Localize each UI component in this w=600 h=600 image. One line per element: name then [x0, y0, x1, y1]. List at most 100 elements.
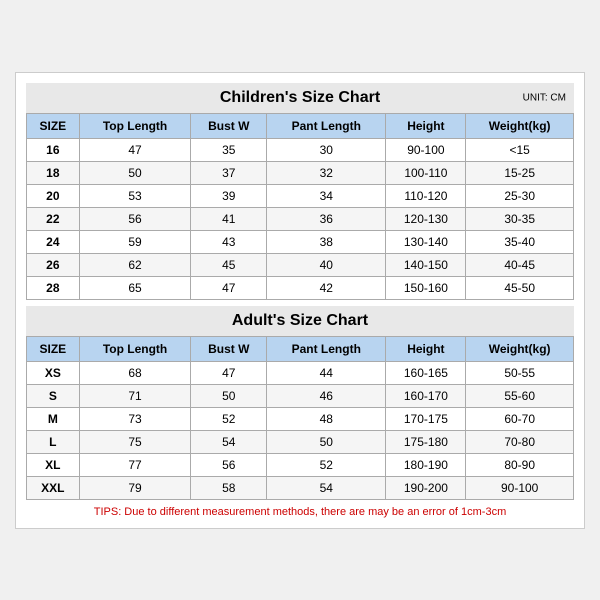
table-cell: 25-30 — [466, 184, 574, 207]
table-cell: XL — [27, 453, 80, 476]
table-cell: 24 — [27, 230, 80, 253]
table-row: 22564136120-13030-35 — [27, 207, 574, 230]
table-row: XS684744160-16550-55 — [27, 361, 574, 384]
table-row: 20533934110-12025-30 — [27, 184, 574, 207]
table-cell: 37 — [191, 161, 267, 184]
table-cell: 50 — [267, 430, 386, 453]
children-header-cell: Bust W — [191, 113, 267, 138]
table-cell: 56 — [79, 207, 191, 230]
table-cell: 45 — [191, 253, 267, 276]
adults-table-body: XS684744160-16550-55S715046160-17055-60M… — [27, 361, 574, 499]
children-size-table: SIZETop LengthBust WPant LengthHeightWei… — [26, 113, 574, 300]
table-cell: 30 — [267, 138, 386, 161]
table-cell: 90-100 — [386, 138, 466, 161]
table-cell: XXL — [27, 476, 80, 499]
table-cell: 15-25 — [466, 161, 574, 184]
table-cell: 120-130 — [386, 207, 466, 230]
table-cell: 56 — [191, 453, 267, 476]
table-cell: 46 — [267, 384, 386, 407]
table-cell: 52 — [267, 453, 386, 476]
adults-size-table: SIZETop LengthBust WPant LengthHeightWei… — [26, 336, 574, 500]
table-cell: 35-40 — [466, 230, 574, 253]
table-row: 18503732100-11015-25 — [27, 161, 574, 184]
table-cell: 53 — [79, 184, 191, 207]
table-cell: 140-150 — [386, 253, 466, 276]
table-cell: 26 — [27, 253, 80, 276]
table-cell: 180-190 — [386, 453, 466, 476]
table-cell: 190-200 — [386, 476, 466, 499]
table-cell: 75 — [79, 430, 191, 453]
children-header-cell: Height — [386, 113, 466, 138]
children-header-cell: Pant Length — [267, 113, 386, 138]
table-cell: S — [27, 384, 80, 407]
children-title-text: Children's Size Chart — [220, 89, 380, 106]
table-cell: 80-90 — [466, 453, 574, 476]
adults-header-cell: Weight(kg) — [466, 336, 574, 361]
table-cell: <15 — [466, 138, 574, 161]
adults-header-row: SIZETop LengthBust WPant LengthHeightWei… — [27, 336, 574, 361]
children-header-cell: Weight(kg) — [466, 113, 574, 138]
table-cell: 90-100 — [466, 476, 574, 499]
table-cell: 77 — [79, 453, 191, 476]
table-cell: 47 — [79, 138, 191, 161]
table-cell: 18 — [27, 161, 80, 184]
children-table-body: 1647353090-100<1518503732100-11015-25205… — [27, 138, 574, 299]
children-unit-label: UNIT: CM — [523, 92, 566, 103]
table-row: 24594338130-14035-40 — [27, 230, 574, 253]
table-cell: 70-80 — [466, 430, 574, 453]
table-cell: 40-45 — [466, 253, 574, 276]
table-cell: 68 — [79, 361, 191, 384]
table-row: 26624540140-15040-45 — [27, 253, 574, 276]
tips-text: TIPS: Due to different measurement metho… — [26, 506, 574, 518]
table-cell: 38 — [267, 230, 386, 253]
table-cell: 71 — [79, 384, 191, 407]
table-cell: 73 — [79, 407, 191, 430]
table-cell: 36 — [267, 207, 386, 230]
table-cell: 79 — [79, 476, 191, 499]
adults-section-title: Adult's Size Chart — [26, 306, 574, 336]
table-cell: 45-50 — [466, 276, 574, 299]
children-header-cell: Top Length — [79, 113, 191, 138]
table-cell: 20 — [27, 184, 80, 207]
table-cell: 39 — [191, 184, 267, 207]
table-cell: 44 — [267, 361, 386, 384]
table-cell: 54 — [191, 430, 267, 453]
table-cell: 34 — [267, 184, 386, 207]
table-cell: 50 — [191, 384, 267, 407]
table-cell: 65 — [79, 276, 191, 299]
table-cell: 58 — [191, 476, 267, 499]
children-header-cell: SIZE — [27, 113, 80, 138]
table-cell: 170-175 — [386, 407, 466, 430]
adults-header-cell: SIZE — [27, 336, 80, 361]
table-cell: L — [27, 430, 80, 453]
adults-header-cell: Top Length — [79, 336, 191, 361]
table-row: S715046160-17055-60 — [27, 384, 574, 407]
table-cell: 160-165 — [386, 361, 466, 384]
table-cell: 30-35 — [466, 207, 574, 230]
children-section-title: Children's Size Chart UNIT: CM — [26, 83, 574, 113]
children-header-row: SIZETop LengthBust WPant LengthHeightWei… — [27, 113, 574, 138]
table-cell: 59 — [79, 230, 191, 253]
table-row: L755450175-18070-80 — [27, 430, 574, 453]
adults-header-cell: Pant Length — [267, 336, 386, 361]
table-cell: 48 — [267, 407, 386, 430]
table-row: 28654742150-16045-50 — [27, 276, 574, 299]
table-cell: 22 — [27, 207, 80, 230]
table-cell: 16 — [27, 138, 80, 161]
table-cell: 50 — [79, 161, 191, 184]
table-row: 1647353090-100<15 — [27, 138, 574, 161]
table-cell: M — [27, 407, 80, 430]
table-cell: 130-140 — [386, 230, 466, 253]
adults-header-cell: Height — [386, 336, 466, 361]
table-cell: 40 — [267, 253, 386, 276]
table-cell: 52 — [191, 407, 267, 430]
table-cell: 60-70 — [466, 407, 574, 430]
table-cell: 35 — [191, 138, 267, 161]
table-cell: 175-180 — [386, 430, 466, 453]
table-cell: XS — [27, 361, 80, 384]
adults-header-cell: Bust W — [191, 336, 267, 361]
table-cell: 62 — [79, 253, 191, 276]
table-cell: 47 — [191, 276, 267, 299]
table-row: XXL795854190-20090-100 — [27, 476, 574, 499]
table-row: XL775652180-19080-90 — [27, 453, 574, 476]
